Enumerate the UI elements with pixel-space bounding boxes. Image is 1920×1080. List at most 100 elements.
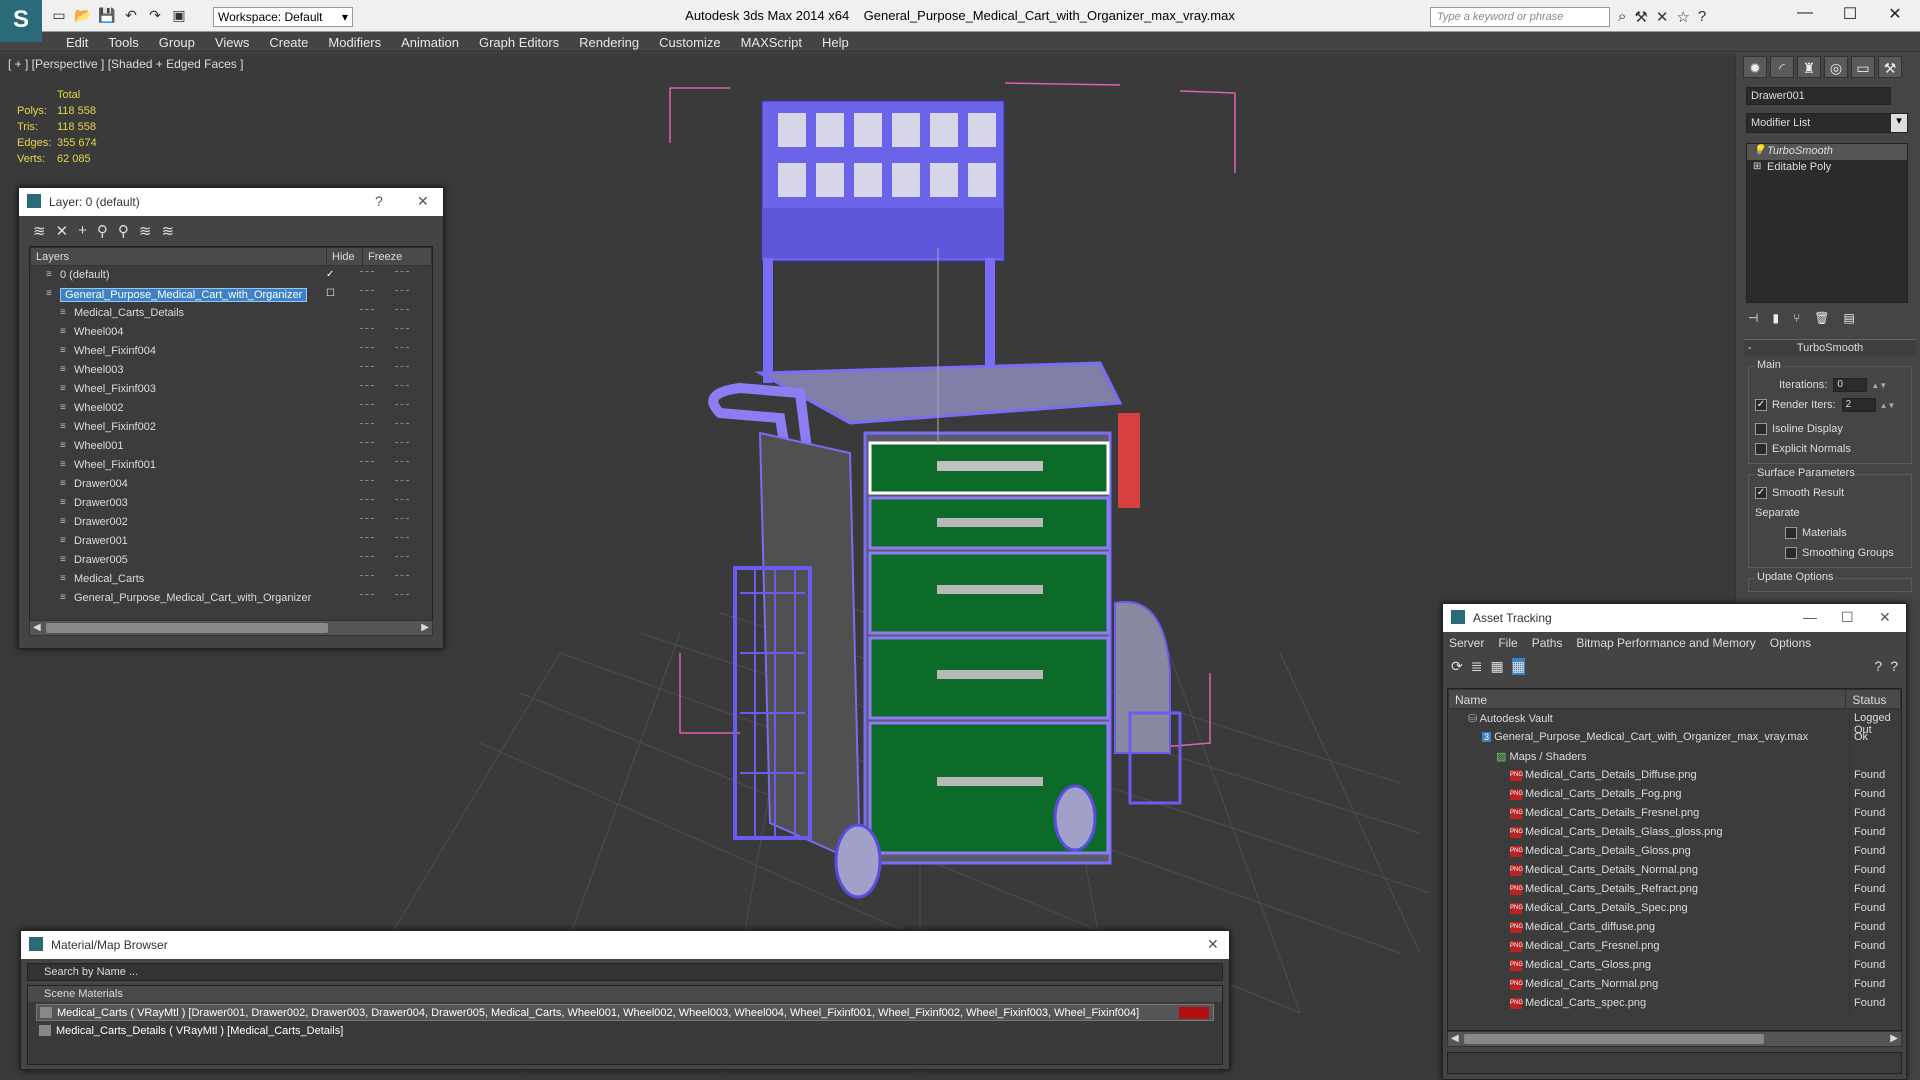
asset-row[interactable]: PNG Medical_Carts_Details_Glass_gloss.png… — [1448, 823, 1901, 845]
layer-name[interactable]: Drawer003 — [74, 497, 128, 509]
menu-item-animation[interactable]: Animation — [391, 32, 469, 51]
menu-item-views[interactable]: Views — [205, 32, 259, 51]
hide-toggle-icon[interactable] — [360, 499, 374, 503]
menu-item-rendering[interactable]: Rendering — [569, 32, 649, 51]
layer-name[interactable]: Medical_Carts_Details — [74, 307, 184, 319]
close-icon[interactable]: ✕ — [1207, 936, 1219, 953]
freeze-toggle-icon[interactable] — [395, 537, 409, 541]
modify-tab-icon[interactable]: ◜ — [1770, 56, 1794, 78]
app-logo-icon[interactable]: S — [0, 0, 42, 42]
rollout-header[interactable]: TurboSmooth — [1744, 340, 1916, 356]
layer-name[interactable]: General_Purpose_Medical_Cart_with_Organi… — [60, 288, 308, 302]
menu-item-edit[interactable]: Edit — [56, 32, 98, 51]
layer-row[interactable]: ≡ Medical_Carts_Details — [30, 304, 432, 323]
remove-modifier-icon[interactable]: 🗑 — [1814, 311, 1829, 325]
asset-tree[interactable]: Name Status ⛁ Autodesk Vault Logged Out 3 … — [1447, 688, 1902, 1031]
search-input[interactable]: Type a keyword or phrase — [1430, 7, 1610, 27]
maximize-icon[interactable]: ☐ — [1835, 4, 1865, 24]
modifier-list-dropdown[interactable]: Modifier List — [1746, 113, 1908, 133]
asset-row[interactable]: PNG Medical_Carts_Details_Fresnel.png Foun… — [1448, 804, 1901, 826]
project-folder-icon[interactable]: ▣ — [170, 6, 188, 24]
object-name-field[interactable]: Drawer001 — [1746, 87, 1891, 105]
material-row[interactable]: Medical_Carts ( VRayMtl ) [Drawer001, Dr… — [36, 1004, 1214, 1021]
modifier-stack[interactable]: 💡 TurboSmooth ⊞ Editable Poly — [1746, 143, 1908, 303]
layer-row[interactable]: ≡ Wheel_Fixinf003 — [30, 380, 432, 399]
layer-row[interactable]: ≡ Wheel004 — [30, 323, 432, 342]
col-status[interactable]: Status — [1846, 690, 1900, 708]
highlight-layer-icon[interactable]: ≋ — [139, 222, 152, 240]
layer-row[interactable]: ≡ Wheel002 — [30, 399, 432, 418]
hide-toggle-icon[interactable] — [360, 461, 374, 465]
configure-sets-icon[interactable]: ▤ — [1844, 311, 1855, 325]
hide-toggle-icon[interactable] — [360, 423, 374, 427]
asset-row[interactable]: PNG Medical_Carts_Details_Diffuse.png Foun… — [1448, 766, 1901, 788]
freeze-toggle-icon[interactable] — [395, 328, 409, 332]
asset-menu-file[interactable]: File — [1498, 636, 1517, 650]
expand-plus-icon[interactable]: ⊞ — [1753, 161, 1761, 172]
freeze-toggle-icon[interactable] — [395, 404, 409, 408]
panel-titlebar[interactable]: Material/Map Browser ✕ — [21, 931, 1229, 959]
scroll-right-icon[interactable]: ▶ — [421, 622, 429, 633]
layer-name[interactable]: Wheel004 — [74, 326, 124, 338]
hide-toggle-icon[interactable] — [360, 309, 374, 313]
scroll-thumb[interactable] — [1464, 1034, 1764, 1044]
list-view-icon[interactable]: ≣ — [1471, 658, 1483, 675]
tools-icon[interactable]: ⚒ — [1634, 8, 1647, 26]
menu-item-customize[interactable]: Customize — [649, 32, 730, 51]
materials-checkbox[interactable] — [1785, 527, 1797, 539]
set-current-checkbox-icon[interactable]: ☐ — [326, 288, 335, 299]
menu-item-maxscript[interactable]: MAXScript — [731, 32, 812, 51]
hide-all-icon[interactable]: ≋ — [162, 222, 175, 240]
spinner-arrows-icon[interactable]: ▲▼ — [1871, 381, 1887, 390]
close-icon[interactable]: ✕ — [417, 193, 429, 210]
layer-row[interactable]: ≡ Drawer004 — [30, 475, 432, 494]
layer-name[interactable]: Wheel002 — [74, 402, 124, 414]
asset-row[interactable]: PNG Medical_Carts_Details_Spec.png Found — [1448, 899, 1901, 921]
layer-row[interactable]: ≡ Wheel003 — [30, 361, 432, 380]
viewport-label[interactable]: [ + ] [Perspective ] [Shaded + Edged Fac… — [8, 57, 243, 71]
menu-item-tools[interactable]: Tools — [98, 32, 148, 51]
current-layer-check-icon[interactable]: ✓ — [326, 269, 334, 280]
hide-toggle-icon[interactable] — [360, 385, 374, 389]
render-iters-spinner[interactable]: 2 — [1841, 398, 1876, 412]
freeze-toggle-icon[interactable] — [395, 575, 409, 579]
hide-toggle-icon[interactable] — [360, 347, 374, 351]
help-icon[interactable]: ? — [375, 193, 383, 209]
col-layers[interactable]: Layers — [31, 248, 327, 265]
close-icon[interactable]: ✕ — [1880, 4, 1910, 24]
menu-item-modifiers[interactable]: Modifiers — [318, 32, 391, 51]
freeze-toggle-icon[interactable] — [395, 518, 409, 522]
scroll-right-icon[interactable]: ▶ — [1890, 1033, 1898, 1044]
asset-row[interactable]: PNG Medical_Carts_Details_Normal.png Found — [1448, 861, 1901, 883]
layer-row[interactable]: ≡ 0 (default) ✓ — [30, 266, 432, 285]
asset-menu-paths[interactable]: Paths — [1532, 636, 1563, 650]
asset-row[interactable]: PNG Medical_Carts_Fresnel.png Found — [1448, 937, 1901, 959]
stack-item-turbosmooth[interactable]: 💡 TurboSmooth — [1747, 144, 1907, 160]
hide-toggle-icon[interactable] — [360, 556, 374, 560]
spinner-arrows-icon[interactable]: ▲▼ — [1880, 401, 1896, 410]
binoculars-icon[interactable]: ⌕ — [1618, 8, 1626, 26]
freeze-toggle-icon[interactable] — [395, 423, 409, 427]
new-file-icon[interactable]: ▭ — [50, 6, 68, 24]
hide-toggle-icon[interactable] — [360, 328, 374, 332]
freeze-toggle-icon[interactable] — [395, 480, 409, 484]
isoline-checkbox[interactable] — [1755, 423, 1767, 435]
scroll-left-icon[interactable]: ◀ — [1451, 1033, 1459, 1044]
asset-row[interactable]: PNG Medical_Carts_Details_Refract.png Foun… — [1448, 880, 1901, 902]
delete-layer-icon[interactable]: ✕ — [56, 222, 69, 240]
hierarchy-tab-icon[interactable]: ♜ — [1797, 56, 1821, 78]
freeze-toggle-icon[interactable] — [395, 290, 409, 294]
asset-row[interactable]: PNG Medical_Carts_spec.png Found — [1448, 994, 1901, 1016]
help-search-icon[interactable]: ? — [1890, 658, 1898, 675]
layer-name[interactable]: Wheel_Fixinf003 — [74, 383, 156, 395]
hide-toggle-icon[interactable] — [360, 518, 374, 522]
layer-name[interactable]: Medical_Carts — [74, 573, 144, 585]
layer-row[interactable]: ≡ Wheel_Fixinf001 — [30, 456, 432, 475]
select-objects-icon[interactable]: ⚲ — [97, 222, 108, 240]
make-unique-icon[interactable]: ⑂ — [1793, 311, 1800, 325]
pin-stack-icon[interactable]: ⊣ — [1748, 311, 1758, 325]
layer-name[interactable]: Wheel_Fixinf002 — [74, 421, 156, 433]
save-icon[interactable]: 💾 — [98, 6, 116, 24]
layer-name[interactable]: 0 (default) — [60, 269, 110, 281]
create-tab-icon[interactable]: ✹ — [1743, 56, 1767, 78]
